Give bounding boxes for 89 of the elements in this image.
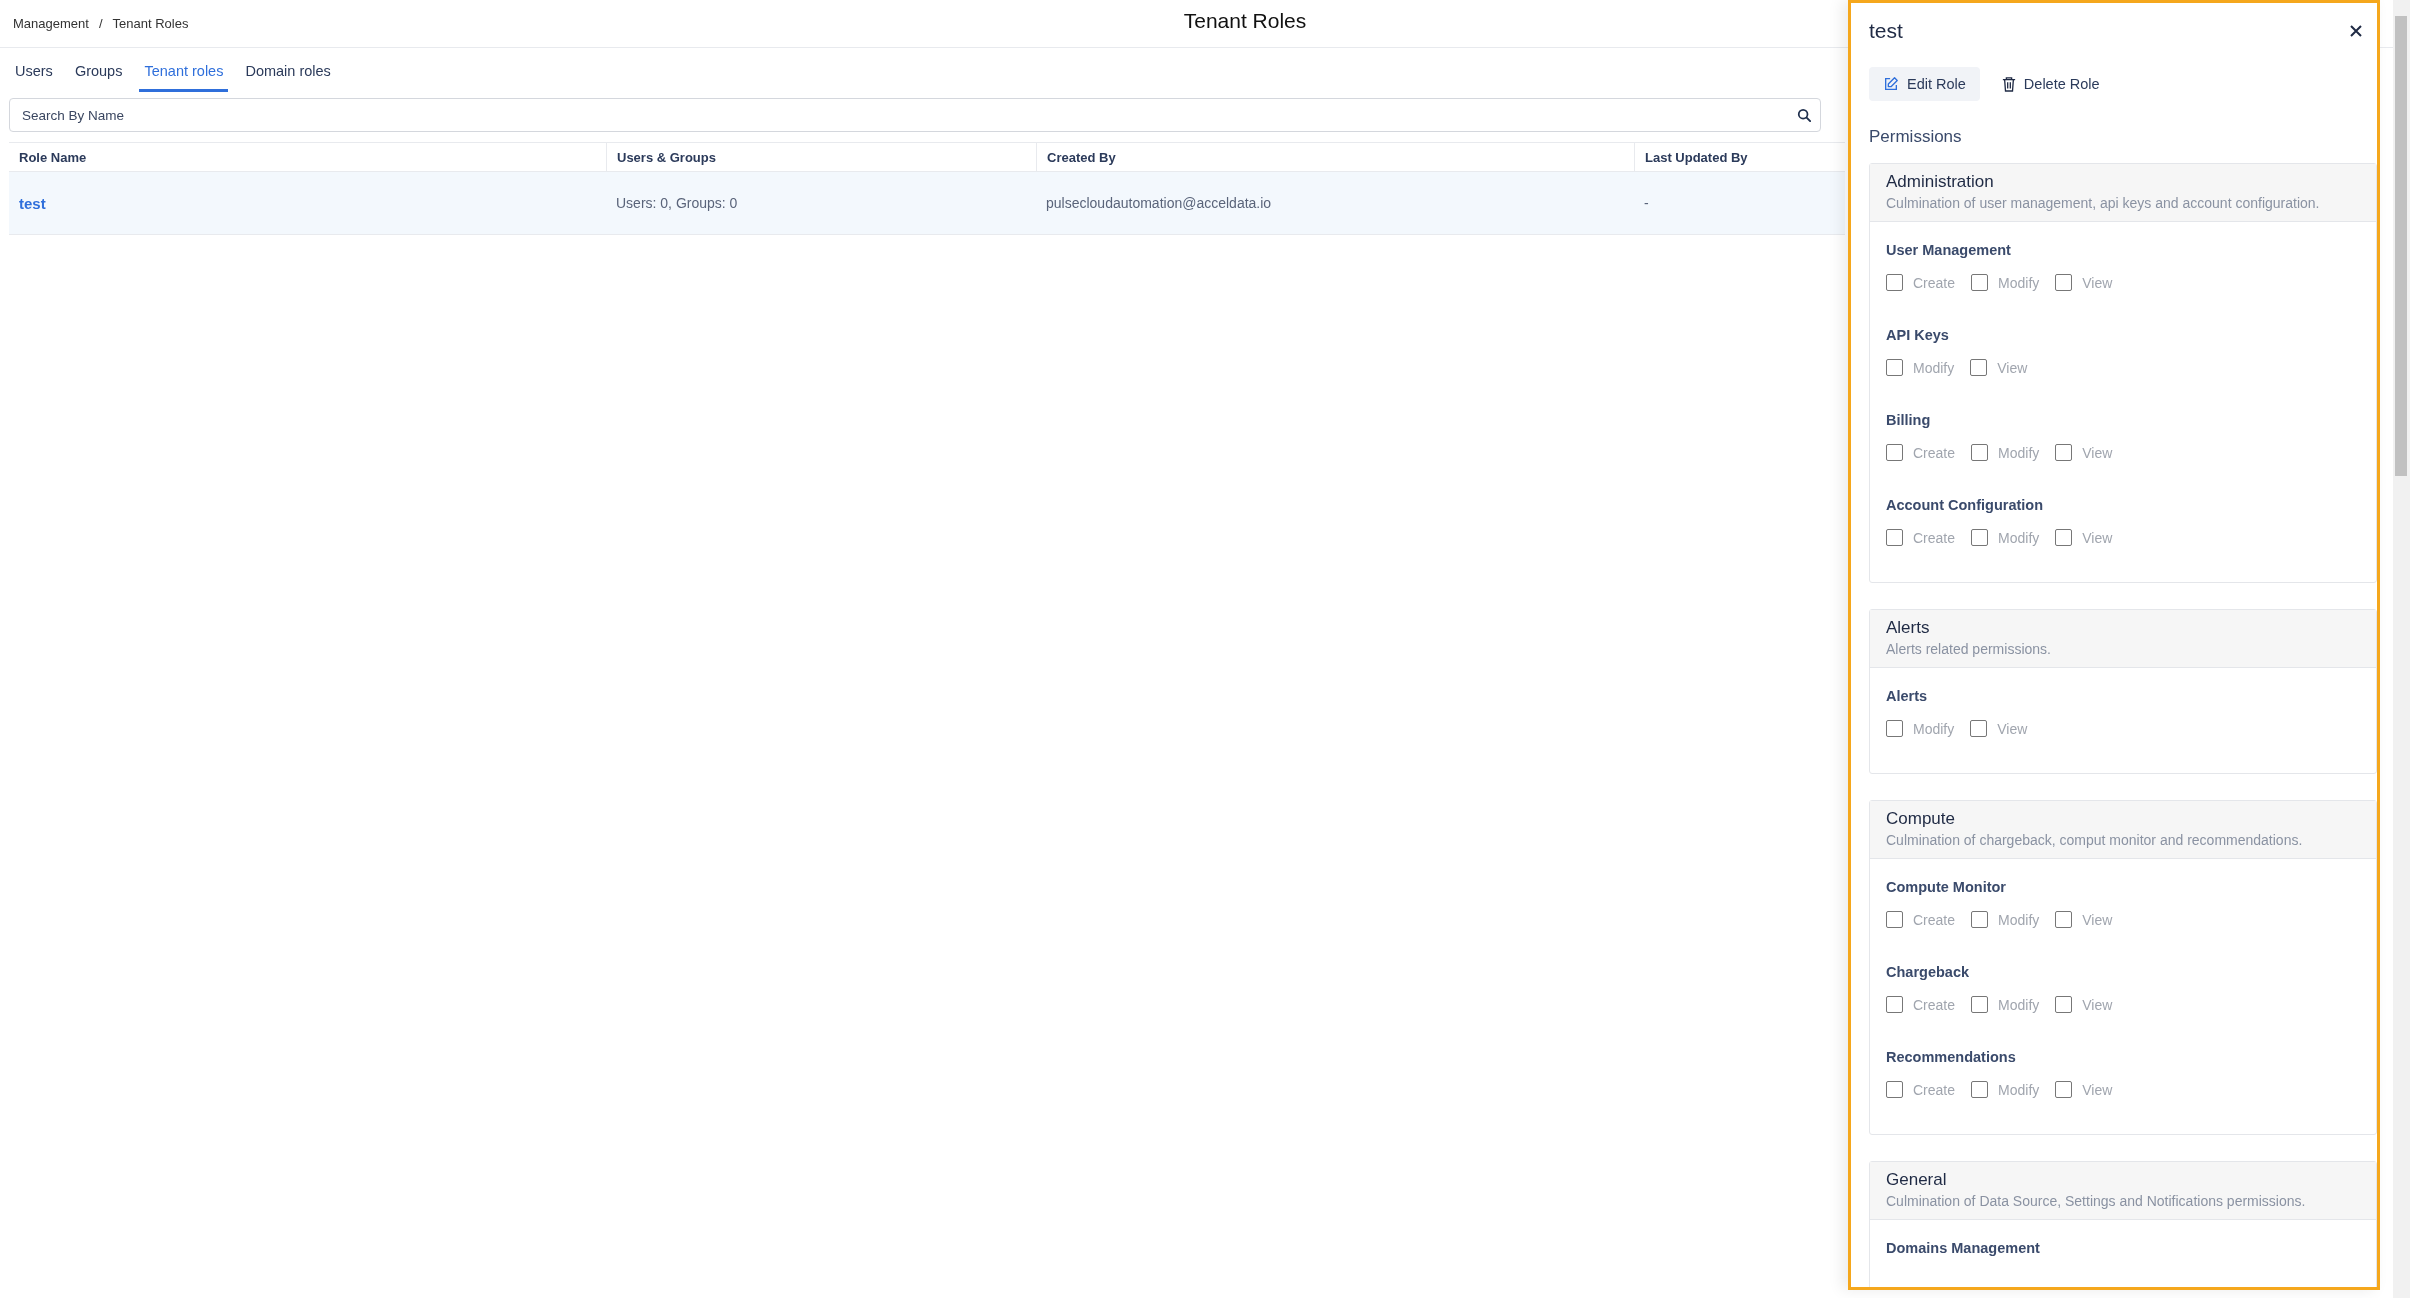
checkbox[interactable] [2055, 1081, 2073, 1098]
tab[interactable]: Groups [69, 55, 128, 92]
table-cell: - [1644, 195, 1649, 211]
card-title: Compute [1886, 809, 1956, 829]
checkbox-label: Modify [1998, 529, 2040, 546]
checkbox[interactable] [1971, 1081, 1989, 1098]
column-header: Last Updated By [1634, 143, 1845, 171]
checkbox[interactable] [1886, 274, 1903, 291]
section-heading: Permissions [1869, 127, 1963, 147]
checkbox-label: Modify [1913, 359, 1955, 376]
permission-group-label: API Keys [1886, 327, 1950, 343]
card-description: Culmination of Data Source, Settings and Notifications permissions. [1886, 1193, 2307, 1209]
card-title: Alerts [1886, 618, 1931, 638]
scrollbar[interactable] [2393, 0, 2410, 1298]
column-header: Role Name [18, 149, 88, 167]
breadcrumb-item: Tenant Roles [112, 16, 189, 31]
checkbox[interactable] [1886, 359, 1903, 376]
checkbox[interactable] [1970, 720, 1988, 737]
checkbox[interactable] [2055, 911, 2073, 928]
table-cell: pulsecloudautomation@acceldata.io [1046, 195, 1272, 211]
checkbox-label: View [2082, 274, 2113, 291]
checkbox[interactable] [1971, 911, 1989, 928]
permission-group-label: Alerts [1886, 688, 1929, 704]
checkbox-label: View [2082, 1081, 2113, 1098]
close-icon[interactable] [2349, 24, 2363, 38]
checkbox-label: Modify [1913, 720, 1955, 737]
checkbox[interactable] [1971, 444, 1989, 461]
checkbox-label: Modify [1998, 911, 2040, 928]
checkbox-label: View [1997, 359, 2028, 376]
checkbox-label: View [2082, 529, 2113, 546]
checkbox-label: Create [1913, 274, 1956, 291]
checkbox[interactable] [1970, 359, 1988, 376]
permission-group-label: Recommendations [1886, 1049, 2017, 1065]
tab[interactable]: Domain roles [240, 55, 336, 92]
card-title: Administration [1886, 172, 1995, 192]
checkbox-label: View [2082, 996, 2113, 1013]
trash-icon [2001, 76, 2016, 92]
checkbox-label: Modify [1998, 274, 2040, 291]
search-icon[interactable] [1797, 108, 1811, 122]
permission-group-label: Compute Monitor [1886, 879, 2007, 895]
panel-title: test [1869, 19, 1903, 43]
checkbox-label: Create [1913, 996, 1956, 1013]
checkbox-label: Modify [1998, 444, 2040, 461]
checkbox-label: View [1997, 720, 2028, 737]
checkbox[interactable] [2055, 529, 2073, 546]
checkbox-label: Create [1913, 1081, 1956, 1098]
column-header: Users & Groups [606, 143, 1036, 171]
checkbox[interactable] [2055, 274, 2073, 291]
checkbox[interactable] [1886, 529, 1903, 546]
breadcrumb-item[interactable]: Management [13, 16, 89, 31]
edit-role-button[interactable]: Edit Role [1869, 67, 1980, 101]
checkbox[interactable] [2055, 996, 2073, 1013]
checkbox[interactable] [1971, 274, 1989, 291]
page-title: Tenant Roles [1182, 8, 1308, 34]
checkbox[interactable] [1971, 529, 1989, 546]
permission-group-label: Account Configuration [1886, 497, 2045, 513]
checkbox[interactable] [1886, 444, 1903, 461]
permission-group-label: Chargeback [1886, 964, 1970, 980]
checkbox-label: Create [1913, 911, 1956, 928]
card-title: General [1886, 1170, 1948, 1190]
checkbox[interactable] [1971, 996, 1989, 1013]
delete-role-button[interactable]: Delete Role [1987, 67, 2114, 101]
checkbox[interactable] [2055, 444, 2073, 461]
checkbox-label: Modify [1998, 996, 2040, 1013]
column-header: Created By [1036, 143, 1634, 171]
checkbox[interactable] [1886, 911, 1903, 928]
permission-group-label: Domains Management [1886, 1240, 2041, 1256]
card-description: Alerts related permissions. [1886, 641, 2052, 657]
permission-group-label: User Management [1886, 242, 2012, 258]
card-description: Culmination of user management, api keys and account configuration. [1886, 195, 2321, 211]
tab[interactable]: Tenant roles [139, 55, 229, 92]
table-row[interactable]: test Users: 0, Groups: 0 pulsecloudautomation@acceldata.io - [9, 172, 1845, 235]
role-link[interactable]: test [19, 194, 46, 212]
checkbox-label: View [2082, 911, 2113, 928]
checkbox-label: Create [1913, 529, 1956, 546]
scrollbar-thumb[interactable] [2395, 16, 2407, 476]
checkbox-label: Create [1913, 444, 1956, 461]
checkbox[interactable] [1886, 1081, 1903, 1098]
search-field[interactable]: Search By Name [9, 98, 1821, 132]
checkbox[interactable] [1886, 996, 1903, 1013]
breadcrumb-separator: / [98, 16, 103, 31]
pencil-icon [1883, 76, 1899, 92]
checkbox-label: Modify [1998, 1081, 2040, 1098]
checkbox[interactable] [1886, 720, 1903, 737]
permission-group-label: Billing [1886, 412, 1932, 428]
card-description: Culmination of chargeback, comput monitor and recommendations. [1886, 832, 2304, 848]
table-cell: Users: 0, Groups: 0 [616, 195, 738, 211]
checkbox-label: View [2082, 444, 2113, 461]
tab[interactable]: Users [10, 55, 58, 92]
